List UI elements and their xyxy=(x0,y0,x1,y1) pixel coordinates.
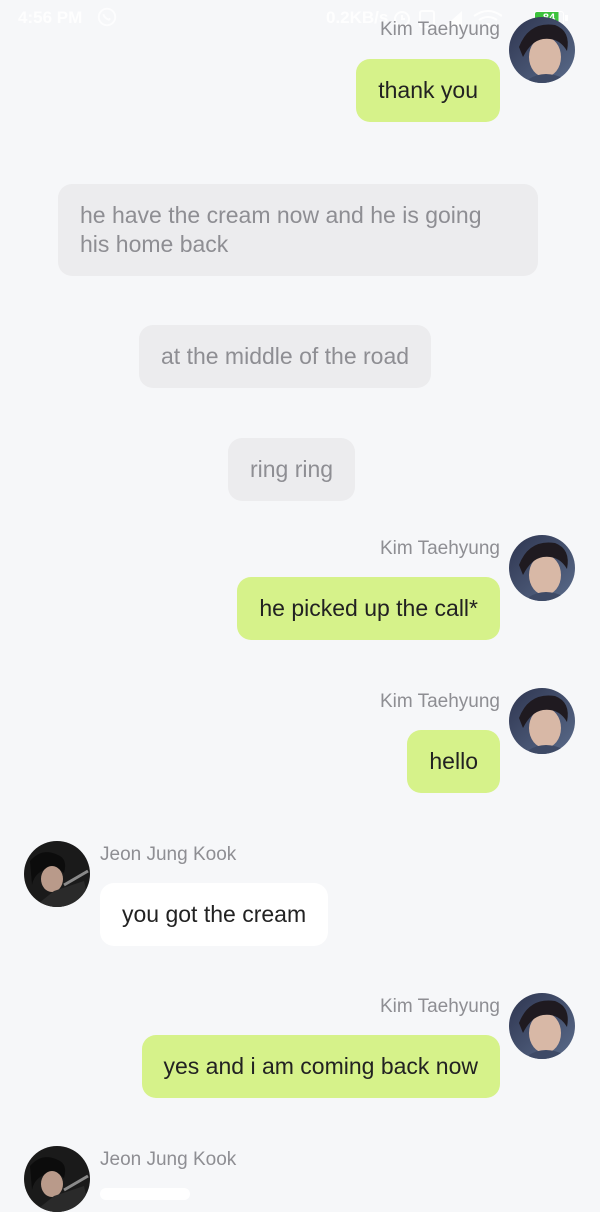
message-bubble[interactable]: you got the cream xyxy=(100,883,329,946)
whatsapp-icon xyxy=(97,7,117,27)
battery-tip xyxy=(565,15,568,21)
avatar-jeon-jung-kook[interactable] xyxy=(24,1146,90,1212)
avatar-kim-taehyung[interactable] xyxy=(509,535,575,601)
sender-name: Kim Taehyung xyxy=(379,538,500,559)
message-bubble[interactable]: he picked up the call* xyxy=(237,577,500,640)
avatar-kim-taehyung[interactable] xyxy=(509,688,575,754)
avatar-kim-taehyung[interactable] xyxy=(509,17,575,83)
sender-name: Jeon Jung Kook xyxy=(100,844,237,865)
status-time: 4:56 PM xyxy=(18,8,83,27)
sender-name: Kim Taehyung xyxy=(379,19,500,40)
narration-bubble[interactable]: he have the cream now and he is going hi… xyxy=(58,184,538,276)
narration-bubble[interactable]: ring ring xyxy=(228,438,356,501)
sender-name: Kim Taehyung xyxy=(379,996,500,1017)
message-bubble[interactable] xyxy=(100,1188,190,1200)
avatar-kim-taehyung[interactable] xyxy=(509,993,575,1059)
sender-name: Jeon Jung Kook xyxy=(100,1149,237,1170)
sender-name: Kim Taehyung xyxy=(379,691,500,712)
status-bar: 4:56 PM 0.2KB/s 84 xyxy=(0,0,600,36)
narration-bubble[interactable]: at the middle of the road xyxy=(139,325,432,388)
message-bubble[interactable]: thank you xyxy=(356,59,500,122)
message-bubble[interactable]: yes and i am coming back now xyxy=(141,1035,500,1098)
avatar-jeon-jung-kook[interactable] xyxy=(24,841,90,907)
message-bubble[interactable]: hello xyxy=(407,730,500,793)
